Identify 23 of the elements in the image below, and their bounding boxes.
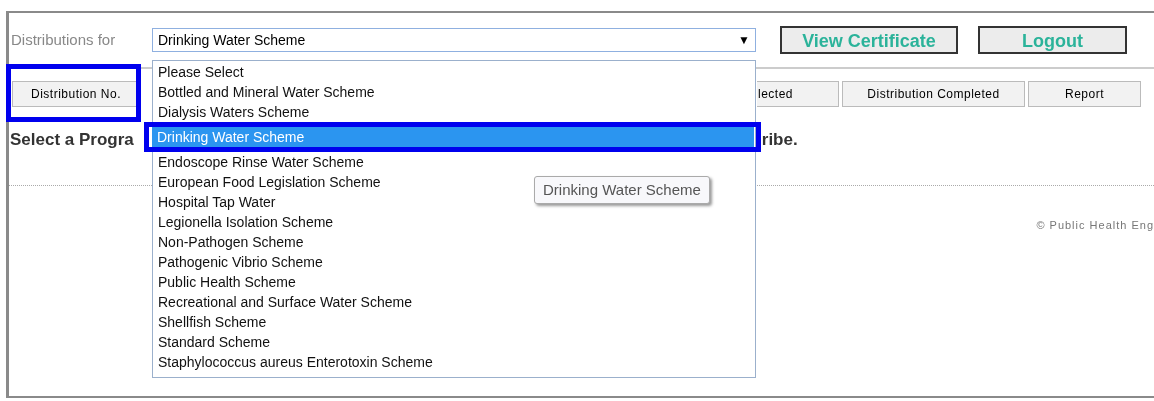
dropdown-option[interactable]: Non-Pathogen Scheme [153, 232, 309, 252]
dropdown-option[interactable]: Staphylococcus aureus Enterotoxin Scheme [153, 352, 438, 372]
column-header[interactable]: lected [757, 81, 839, 107]
dropdown-option[interactable]: Endoscope Rinse Water Scheme [153, 152, 369, 172]
field-label: Distributions for [11, 29, 117, 50]
column-header[interactable]: Distribution Completed [842, 81, 1025, 107]
dropdown-option[interactable]: European Food Legislation Scheme [153, 172, 386, 192]
dropdown-option[interactable]: Hospital Tap Water [153, 192, 281, 212]
dropdown-option[interactable]: Legionella Isolation Scheme [153, 212, 339, 232]
tooltip: Drinking Water Scheme [534, 176, 710, 204]
instruction-text: ribe. [761, 129, 798, 147]
dropdown-option[interactable]: Public Health Scheme [153, 272, 301, 292]
dropdown-option[interactable]: Standard Scheme [153, 332, 276, 352]
dropdown-option[interactable]: Recreational and Surface Water Scheme [153, 292, 417, 312]
dropdown-option[interactable]: Please Select [153, 62, 249, 82]
dropdown-option[interactable]: Dialysis Waters Scheme [153, 102, 315, 122]
dropdown-option[interactable]: Pathogenic Vibrio Scheme [153, 252, 328, 272]
scheme-select[interactable]: Drinking Water Scheme ▼ [152, 28, 756, 52]
dropdown-option[interactable]: Shellfish Scheme [153, 312, 272, 332]
column-header[interactable]: Report [1028, 81, 1141, 107]
dropdown-option[interactable]: Bottled and Mineral Water Scheme [153, 82, 380, 102]
instruction-text: Select a Progra [10, 129, 134, 147]
copyright-text: © Public Health Eng [1036, 218, 1154, 233]
